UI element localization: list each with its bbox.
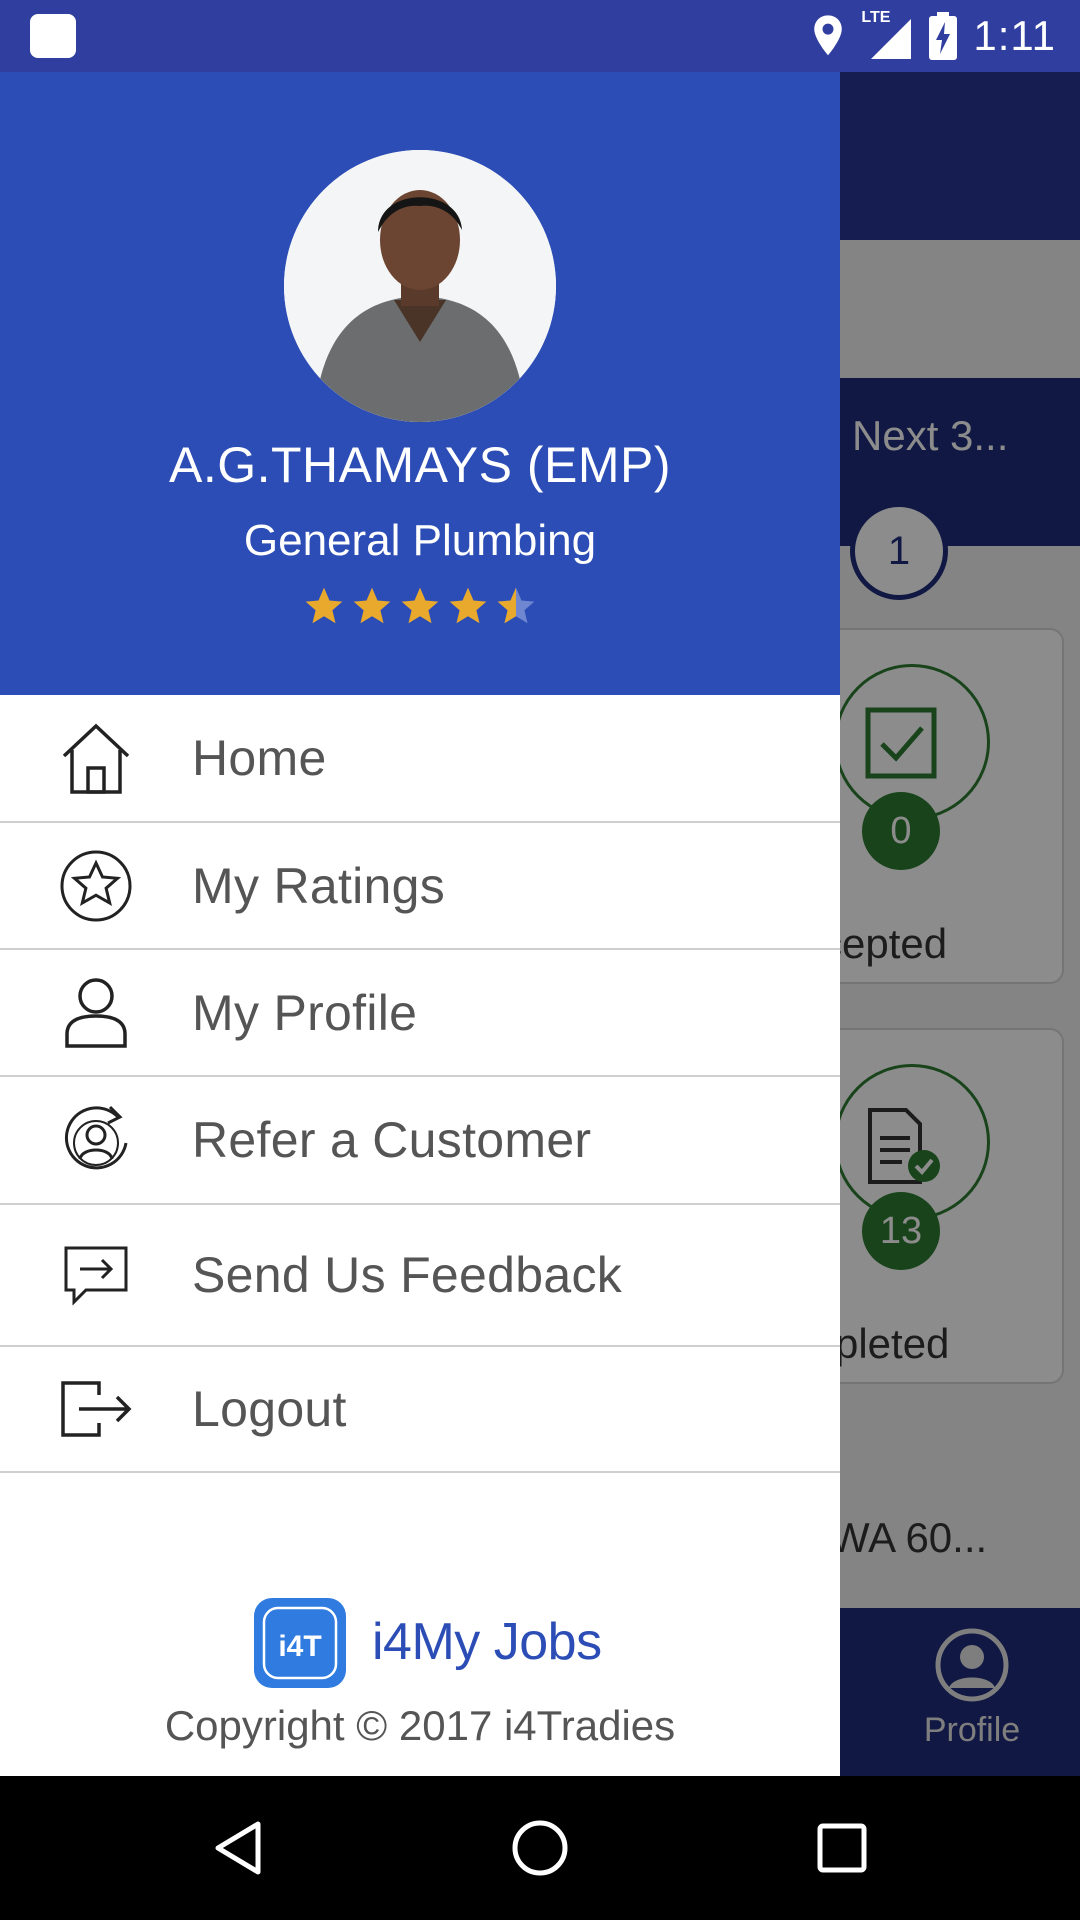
- star-icon: [353, 587, 391, 624]
- lte-signal-icon: LTE: [861, 9, 913, 61]
- menu-item-my-ratings[interactable]: My Ratings: [0, 823, 840, 950]
- svg-text:i4T: i4T: [278, 1630, 321, 1663]
- copyright-text: Copyright © 2017 i4Tradies: [164, 1702, 676, 1749]
- star-rating: [300, 584, 540, 632]
- user-icon: [58, 975, 134, 1051]
- status-icons: LTE 1:11: [811, 0, 1056, 72]
- menu-label-home: Home: [192, 730, 327, 786]
- brand-name: i4My Jobs: [372, 1613, 602, 1671]
- app-logo: i4T: [254, 1598, 346, 1688]
- menu-label-my-profile: My Profile: [192, 984, 418, 1041]
- menu-label-logout: Logout: [192, 1381, 347, 1437]
- menu-item-refer-a-customer[interactable]: Refer a Customer: [0, 1077, 840, 1205]
- notification-app-icon: [30, 14, 76, 58]
- system-navigation-bar: [0, 1776, 1080, 1920]
- menu-item-send-us-feedback[interactable]: Send Us Feedback: [0, 1205, 840, 1347]
- menu-item-logout[interactable]: Logout: [0, 1347, 840, 1473]
- logout-icon: [58, 1371, 134, 1447]
- star-circle-icon: [58, 848, 134, 924]
- navigation-drawer: A.G.THAMAYS (EMP) General Plumbing Home: [0, 72, 840, 1776]
- menu-label-my-ratings: My Ratings: [192, 857, 446, 914]
- menu-label-send-us-feedback: Send Us Feedback: [192, 1247, 623, 1303]
- star-icon: [449, 587, 487, 624]
- menu-label-refer-a-customer: Refer a Customer: [192, 1112, 592, 1168]
- drawer-header: A.G.THAMAYS (EMP) General Plumbing: [0, 72, 840, 695]
- star-icon: [401, 587, 439, 624]
- feedback-icon: [58, 1237, 134, 1313]
- user-trade: General Plumbing: [243, 516, 597, 565]
- recents-button[interactable]: [812, 1818, 872, 1878]
- avatar[interactable]: [284, 150, 556, 422]
- menu-item-home[interactable]: Home: [0, 695, 840, 823]
- status-bar: LTE 1:11: [0, 0, 1080, 72]
- refer-icon: [58, 1102, 134, 1178]
- back-button[interactable]: [210, 1818, 270, 1878]
- home-button[interactable]: [510, 1818, 570, 1878]
- back-icon: [215, 1821, 261, 1875]
- menu-item-my-profile[interactable]: My Profile: [0, 950, 840, 1077]
- clock: 1:11: [973, 12, 1056, 59]
- location-icon: [814, 15, 843, 56]
- battery-charging-icon: [929, 12, 958, 60]
- star-icon: [305, 587, 343, 624]
- user-name: A.G.THAMAYS (EMP): [168, 437, 672, 493]
- home-circle-icon: [512, 1820, 568, 1876]
- half-star-icon: [497, 587, 535, 624]
- recents-icon: [817, 1823, 867, 1873]
- home-icon: [58, 720, 134, 796]
